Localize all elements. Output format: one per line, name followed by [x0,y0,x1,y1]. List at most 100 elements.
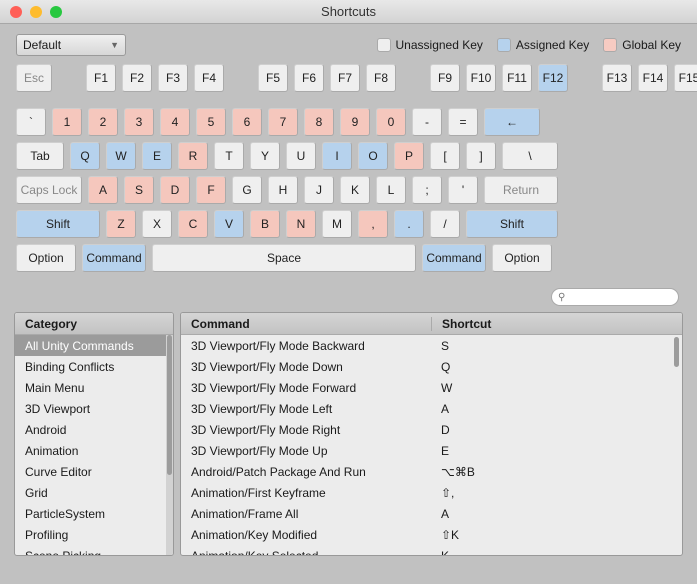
key-9[interactable]: 9 [340,108,370,136]
category-item[interactable]: Scene Picking [15,545,173,555]
command-row[interactable]: Animation/First Keyframe⇧, [181,482,682,503]
key-capslock[interactable]: Caps Lock [16,176,82,204]
key-o[interactable]: O [358,142,388,170]
key-f1[interactable]: F1 [86,64,116,92]
command-row[interactable]: Android/Patch Package And Run⌥⌘B [181,461,682,482]
key-y[interactable]: Y [250,142,280,170]
category-item[interactable]: Grid [15,482,173,503]
key-h[interactable]: H [268,176,298,204]
command-row[interactable]: 3D Viewport/Fly Mode BackwardS [181,335,682,356]
command-row[interactable]: 3D Viewport/Fly Mode RightD [181,419,682,440]
key-z[interactable]: Z [106,210,136,238]
key-x[interactable]: X [142,210,172,238]
key-esc[interactable]: Esc [16,64,52,92]
key-.[interactable]: . [394,210,424,238]
command-row[interactable]: 3D Viewport/Fly Mode ForwardW [181,377,682,398]
key-u[interactable]: U [286,142,316,170]
key-command-left[interactable]: Command [82,244,146,272]
key-i[interactable]: I [322,142,352,170]
key-n[interactable]: N [286,210,316,238]
key-f7[interactable]: F7 [330,64,360,92]
key-k[interactable]: K [340,176,370,204]
command-row[interactable]: 3D Viewport/Fly Mode DownQ [181,356,682,377]
category-item[interactable]: Curve Editor [15,461,173,482]
key-5[interactable]: 5 [196,108,226,136]
category-item[interactable]: 3D Viewport [15,398,173,419]
key-v[interactable]: V [214,210,244,238]
key-backslash[interactable]: \ [502,142,558,170]
command-row[interactable]: Animation/Key SelectedK [181,545,682,555]
key-f5[interactable]: F5 [258,64,288,92]
key-s[interactable]: S [124,176,154,204]
key-f[interactable]: F [196,176,226,204]
key-c[interactable]: C [178,210,208,238]
key-`[interactable]: ` [16,108,46,136]
key-f8[interactable]: F8 [366,64,396,92]
category-item[interactable]: ParticleSystem [15,503,173,524]
key-4[interactable]: 4 [160,108,190,136]
key-f13[interactable]: F13 [602,64,632,92]
key-f12[interactable]: F12 [538,64,568,92]
category-scrollbar[interactable] [166,335,173,555]
key-backspace[interactable]: ← [484,108,540,136]
command-row[interactable]: Animation/Key Modified⇧K [181,524,682,545]
key-f11[interactable]: F11 [502,64,532,92]
key-f2[interactable]: F2 [122,64,152,92]
key-t[interactable]: T [214,142,244,170]
key-f9[interactable]: F9 [430,64,460,92]
key-m[interactable]: M [322,210,352,238]
command-row[interactable]: 3D Viewport/Fly Mode UpE [181,440,682,461]
key-'[interactable]: ' [448,176,478,204]
key-tab[interactable]: Tab [16,142,64,170]
category-item[interactable]: Main Menu [15,377,173,398]
key-=[interactable]: = [448,108,478,136]
key-g[interactable]: G [232,176,262,204]
key-/[interactable]: / [430,210,460,238]
key-b[interactable]: B [250,210,280,238]
key-j[interactable]: J [304,176,334,204]
command-row[interactable]: 3D Viewport/Fly Mode LeftA [181,398,682,419]
key-q[interactable]: Q [70,142,100,170]
command-scrollbar[interactable] [673,337,680,553]
key-1[interactable]: 1 [52,108,82,136]
key-option-left[interactable]: Option [16,244,76,272]
category-item[interactable]: Android [15,419,173,440]
key-space[interactable]: Space [152,244,416,272]
key-3[interactable]: 3 [124,108,154,136]
key-r[interactable]: R [178,142,208,170]
key-7[interactable]: 7 [268,108,298,136]
key-d[interactable]: D [160,176,190,204]
key-w[interactable]: W [106,142,136,170]
key-][interactable]: ] [466,142,496,170]
key-e[interactable]: E [142,142,172,170]
key-command-right[interactable]: Command [422,244,486,272]
command-scroll-thumb[interactable] [674,337,679,367]
search-input[interactable]: ⚲ [551,288,679,306]
key-,[interactable]: , [358,210,388,238]
key-l[interactable]: L [376,176,406,204]
key-p[interactable]: P [394,142,424,170]
category-scroll-thumb[interactable] [167,335,172,475]
key-f6[interactable]: F6 [294,64,324,92]
key-option-right[interactable]: Option [492,244,552,272]
profile-dropdown[interactable]: Default ▼ [16,34,126,56]
key-;[interactable]: ; [412,176,442,204]
category-item[interactable]: Animation [15,440,173,461]
command-row[interactable]: Animation/Frame AllA [181,503,682,524]
key-6[interactable]: 6 [232,108,262,136]
key-return[interactable]: Return [484,176,558,204]
category-item[interactable]: Profiling [15,524,173,545]
key-a[interactable]: A [88,176,118,204]
key-2[interactable]: 2 [88,108,118,136]
key-8[interactable]: 8 [304,108,334,136]
key-f10[interactable]: F10 [466,64,496,92]
key-f15[interactable]: F15 [674,64,697,92]
category-item[interactable]: All Unity Commands [15,335,173,356]
key-f14[interactable]: F14 [638,64,668,92]
key-0[interactable]: 0 [376,108,406,136]
key-[[interactable]: [ [430,142,460,170]
key--[interactable]: - [412,108,442,136]
key-shift-left[interactable]: Shift [16,210,100,238]
key-f4[interactable]: F4 [194,64,224,92]
key-shift-right[interactable]: Shift [466,210,558,238]
